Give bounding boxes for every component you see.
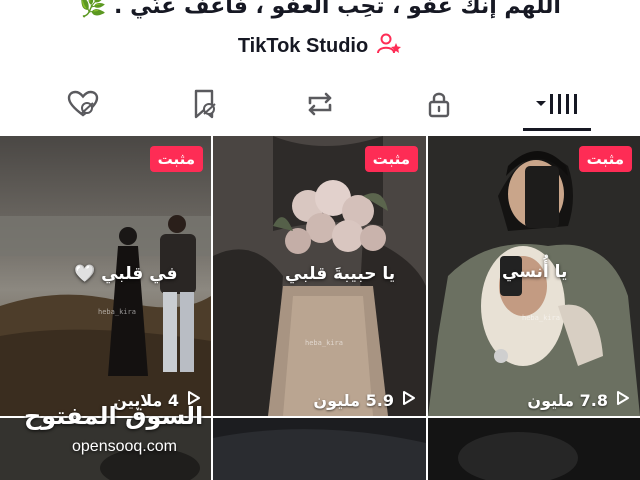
site-watermark-arabic: السوق المفتوح	[24, 402, 204, 430]
video-thumbnail-2[interactable]: يا حبيبةَ قلبي heba_kira مثبت 5.9 مليون	[213, 136, 426, 416]
tab-videos[interactable]	[533, 84, 581, 128]
heart-eye-off-icon	[66, 87, 100, 125]
video-2-handle: heba_kira	[305, 339, 343, 347]
video-5-image	[213, 418, 426, 480]
tab-reposts[interactable]	[298, 84, 342, 128]
play-icon	[402, 390, 416, 410]
bookmark-eye-off-icon	[187, 87, 221, 125]
profile-tabs	[0, 84, 640, 132]
play-icon	[616, 390, 630, 410]
repost-icon	[303, 87, 337, 125]
video-thumbnail-1[interactable]: في قلبي 🤍 heba_kira مثبت 4 ملايين	[0, 136, 211, 416]
active-tab-indicator	[523, 128, 591, 131]
view-count-text: 5.9 مليون	[313, 390, 394, 410]
lock-icon	[422, 87, 456, 125]
view-count-text: 7.8 مليون	[527, 390, 608, 410]
video-thumbnail-6[interactable]	[428, 418, 640, 480]
video-1-handle: heba_kira	[98, 308, 136, 316]
site-watermark-latin: opensooq.com	[72, 438, 177, 455]
pinned-badge: مثبت	[578, 146, 632, 172]
video-thumbnail-3[interactable]: يا أُنسي heba_kira مثبت 7.8 مليون	[428, 136, 640, 416]
person-star-icon	[376, 31, 402, 61]
tab-liked-videos[interactable]	[61, 84, 105, 128]
video-2-overlay-text: يا حبيبةَ قلبي	[285, 264, 396, 284]
grid-dropdown-icon	[533, 87, 581, 125]
tiktok-studio-link[interactable]: TikTok Studio	[0, 31, 640, 61]
tiktok-studio-label: TikTok Studio	[237, 34, 369, 57]
tab-favorites[interactable]	[182, 84, 226, 128]
pinned-badge: مثبت	[149, 146, 203, 172]
video-thumbnail-5[interactable]	[213, 418, 426, 480]
video-1-overlay-text: في قلبي 🤍	[74, 264, 178, 284]
view-count: 5.9 مليون	[313, 390, 416, 410]
tab-private[interactable]	[417, 84, 461, 128]
video-6-image	[428, 418, 640, 480]
video-3-handle: heba_kira	[522, 314, 560, 322]
pinned-badge: مثبت	[364, 146, 418, 172]
profile-bio: اللهم إنك عفو ، تحِب العفو ، فاعف عنّي .…	[79, 0, 561, 19]
video-3-overlay-text: يا أُنسي	[502, 262, 568, 282]
view-count: 7.8 مليون	[527, 390, 630, 410]
